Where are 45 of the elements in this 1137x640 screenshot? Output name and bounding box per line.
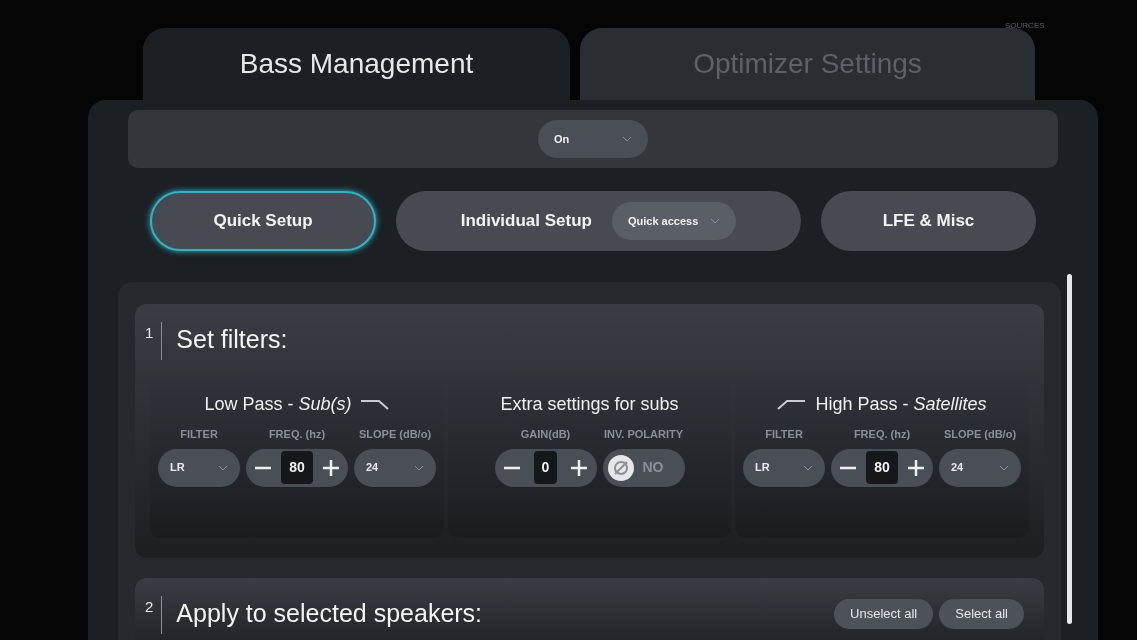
dropdown[interactable]: LR bbox=[158, 448, 240, 487]
chevron-down-icon bbox=[803, 464, 813, 471]
chevron-down-icon bbox=[710, 218, 721, 224]
number-stepper[interactable]: 80 bbox=[831, 448, 933, 487]
selection-button[interactable]: Select all bbox=[939, 599, 1024, 629]
plus-icon[interactable] bbox=[322, 458, 340, 477]
plus-icon[interactable] bbox=[907, 458, 925, 477]
setup-button[interactable]: Quick Setup bbox=[150, 191, 376, 251]
stepper-value[interactable]: 80 bbox=[281, 451, 313, 484]
group-title: Extra settings for subs bbox=[500, 392, 679, 416]
low-pass-curve-icon bbox=[359, 398, 390, 410]
control-label: SLOPE (dB/o) bbox=[943, 427, 1017, 442]
control-label: INV. POLARITY bbox=[603, 427, 684, 442]
section-title: Set filters: bbox=[175, 324, 288, 356]
group-title: Low Pass - Sub(s) bbox=[204, 392, 352, 416]
quick-access-dropdown[interactable]: Quick access bbox=[611, 202, 737, 240]
phase-symbol-icon bbox=[606, 453, 635, 482]
dropdown[interactable]: LR bbox=[743, 448, 825, 487]
mode-dropdown[interactable]: On bbox=[538, 120, 648, 158]
chevron-down-icon bbox=[414, 464, 424, 471]
control-label: GAIN(dB) bbox=[520, 427, 571, 442]
selection-button[interactable]: Unselect all bbox=[834, 599, 934, 629]
step-number: 2 bbox=[145, 596, 163, 634]
chevron-down-icon bbox=[218, 464, 228, 471]
control-label: FILTER bbox=[765, 427, 803, 442]
control-label: SLOPE (dB/o) bbox=[358, 427, 432, 442]
section-title: Apply to selected speakers: bbox=[175, 598, 483, 630]
tab[interactable]: Bass Management bbox=[143, 28, 570, 100]
chevron-down-icon bbox=[622, 136, 632, 142]
high-pass-curve-icon bbox=[777, 398, 808, 410]
step-number: 1 bbox=[145, 322, 163, 360]
group-title: High Pass - Satellites bbox=[815, 392, 987, 416]
setup-button[interactable]: Individual Setup Quick access bbox=[396, 191, 801, 251]
control-label: FILTER bbox=[180, 427, 218, 442]
stepper-value[interactable]: 80 bbox=[866, 451, 898, 484]
stepper-value[interactable]: 0 bbox=[533, 451, 558, 484]
number-stepper[interactable]: 80 bbox=[246, 448, 348, 487]
setup-button[interactable]: LFE & Misc bbox=[821, 191, 1036, 251]
control-label: FREQ. (hz) bbox=[853, 427, 911, 442]
number-stepper[interactable]: 0 bbox=[494, 448, 597, 487]
control-label: FREQ. (hz) bbox=[268, 427, 326, 442]
chevron-down-icon bbox=[999, 464, 1009, 471]
plus-icon[interactable] bbox=[570, 458, 589, 477]
dropdown[interactable]: 24 bbox=[939, 448, 1021, 487]
dropdown[interactable]: 24 bbox=[354, 448, 436, 487]
